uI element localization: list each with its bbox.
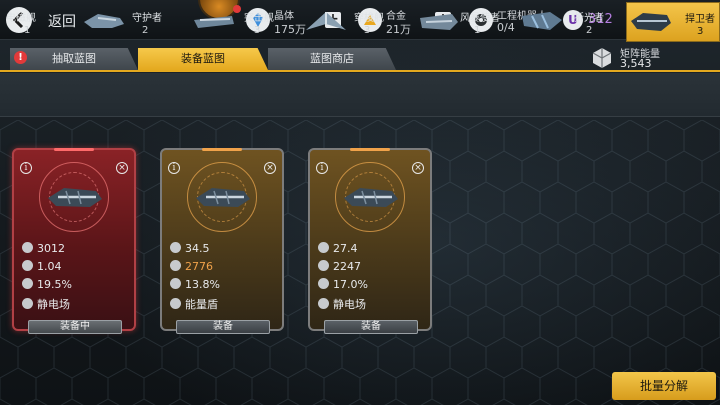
tab-alert-badge: ! <box>14 51 27 64</box>
armor-icon <box>22 242 33 253</box>
ship-item-assault[interactable]: 突击舰 3 <box>190 2 302 42</box>
stat-value: 静电场 <box>333 298 366 311</box>
ship-item-shuttle[interactable]: 穿梭舰 3 <box>300 2 412 42</box>
armor-icon <box>318 260 329 271</box>
card-top-glow <box>350 148 390 151</box>
ship-icon <box>344 188 398 207</box>
ship-item-railgun[interactable]: 电磁舰 1 <box>0 2 74 42</box>
stat-value: 2247 <box>333 260 361 273</box>
ship-count: 3 <box>254 25 261 36</box>
ship-icon <box>306 12 346 30</box>
ship-icon <box>48 188 102 207</box>
stat-value: 静电场 <box>37 298 70 311</box>
equipped-button[interactable]: 装备中 <box>28 320 122 334</box>
close-icon[interactable]: × <box>412 162 424 174</box>
stat-value: 34.5 <box>185 242 210 255</box>
ship-icon <box>631 13 671 31</box>
info-icon[interactable]: i <box>316 162 328 174</box>
matrix-energy-value: 3,543 <box>620 57 652 70</box>
claw-icon <box>318 278 329 289</box>
ship-count: 3 <box>364 25 371 36</box>
blueprint-card[interactable]: i × 3012 1.04 19.5% 静电场 装备中 <box>12 148 136 334</box>
stat-value: 1.04 <box>37 260 62 273</box>
card-stat: 1.04 <box>22 260 62 274</box>
blueprint-card[interactable]: i × 27.4 2247 17.0% 静电场 装备 <box>308 148 432 334</box>
equip-button[interactable]: 装备 <box>324 320 418 334</box>
stat-value: 2776 <box>185 260 213 273</box>
info-icon[interactable]: i <box>168 162 180 174</box>
stat-value: 27.4 <box>333 242 358 255</box>
armor-icon <box>170 260 181 271</box>
ship-count: 2 <box>586 25 593 36</box>
card-stat: 静电场 <box>22 296 70 311</box>
ship-name: 穿梭舰 <box>354 13 384 24</box>
claw-icon <box>170 278 181 289</box>
info-icon[interactable]: i <box>20 162 32 174</box>
card-stat: 2247 <box>318 260 361 274</box>
card-stat: 27.4 <box>318 242 358 256</box>
ammo-icon <box>170 242 181 253</box>
ship-name: 突击舰 <box>244 13 274 24</box>
ship-icon <box>420 14 458 30</box>
ship-icon <box>522 12 562 30</box>
static-field-icon <box>22 298 33 309</box>
ship-item-guardian[interactable]: 守护者 2 <box>78 2 190 42</box>
static-field-icon <box>318 298 329 309</box>
card-stat: 17.0% <box>318 278 368 292</box>
tab-draw-blueprint[interactable]: 抽取蓝图 <box>10 48 138 70</box>
stat-value: 3012 <box>37 242 65 255</box>
ship-item-stormbringer[interactable]: 风暴使者 1 <box>412 2 524 42</box>
ammo-icon <box>318 242 329 253</box>
tab-blueprint-shop[interactable]: 蓝图商店 <box>268 48 396 70</box>
ship-item-refractor[interactable]: 折光者 2 <box>516 2 628 42</box>
card-stat: 19.5% <box>22 278 72 292</box>
ship-name: 电磁舰 <box>6 13 36 24</box>
stat-value: 19.5% <box>37 278 72 291</box>
blueprint-card[interactable]: i × 34.5 2776 13.8% 能量盾 装备 <box>160 148 284 334</box>
stat-value: 能量盾 <box>185 298 218 311</box>
ship-name: 折光者 <box>574 13 604 24</box>
ship-icon <box>84 14 124 28</box>
ship-count: 3 <box>697 26 704 37</box>
stat-value: 17.0% <box>333 278 368 291</box>
ship-count: 1 <box>24 25 31 36</box>
card-stat: 静电场 <box>318 296 366 311</box>
card-top-glow <box>54 148 94 151</box>
claw-icon <box>22 278 33 289</box>
tab-underline <box>0 70 720 72</box>
matrix-energy-icon <box>592 48 612 68</box>
ship-item-defender[interactable]: 捍卫者 3 <box>626 2 720 42</box>
card-stat: 2776 <box>170 260 213 274</box>
ship-count: 2 <box>142 25 149 36</box>
card-stat: 13.8% <box>170 278 220 292</box>
card-stat: 能量盾 <box>170 296 218 311</box>
bulk-dismantle-button[interactable]: 批量分解 <box>612 372 716 400</box>
card-stat: 3012 <box>22 242 65 256</box>
shield-icon <box>22 260 33 271</box>
close-icon[interactable]: × <box>116 162 128 174</box>
ship-icon <box>194 16 234 28</box>
ship-name: 守护者 <box>132 13 162 24</box>
ship-count: 1 <box>474 25 481 36</box>
card-top-glow <box>202 148 242 151</box>
tab-equip-blueprint[interactable]: 装备蓝图 <box>138 48 268 70</box>
ship-name: 捍卫者 <box>685 14 715 25</box>
ship-icon <box>196 188 250 207</box>
ship-selector-strip <box>0 73 720 117</box>
energy-shield-icon <box>170 298 181 309</box>
ship-name: 风暴使者 <box>460 13 500 24</box>
close-icon[interactable]: × <box>264 162 276 174</box>
card-stat: 34.5 <box>170 242 210 256</box>
equip-button[interactable]: 装备 <box>176 320 270 334</box>
stat-value: 13.8% <box>185 278 220 291</box>
